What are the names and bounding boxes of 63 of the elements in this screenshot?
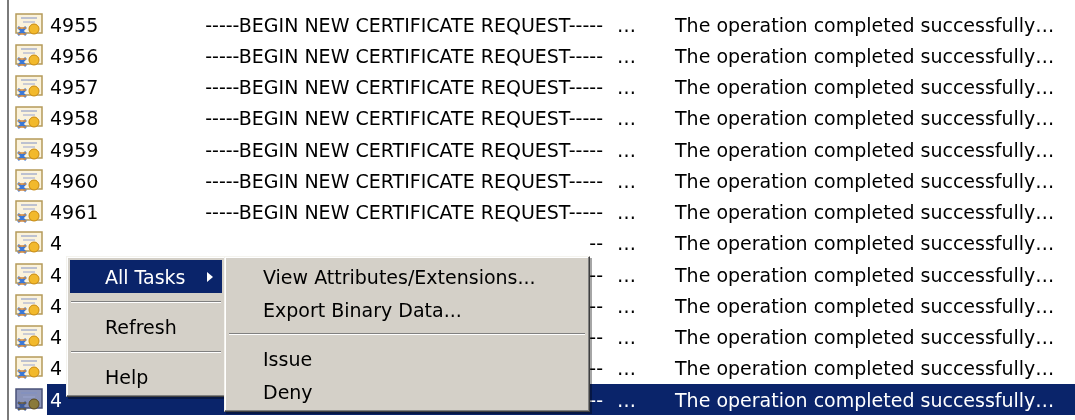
more-ellipsis: … bbox=[617, 357, 636, 380]
status-message: The operation completed successfully… bbox=[675, 388, 1055, 411]
more-ellipsis: … bbox=[617, 76, 636, 99]
request-id: 4 bbox=[50, 232, 63, 255]
status-message: The operation completed successfully… bbox=[675, 107, 1055, 130]
request-id: 4956 bbox=[50, 44, 99, 67]
request-id: 4957 bbox=[50, 76, 99, 99]
more-ellipsis: … bbox=[617, 326, 636, 349]
request-row[interactable]: 4960 -----BEGIN NEW CERTIFICATE REQUEST----- … The operation completed successfully… bbox=[47, 165, 1075, 197]
request-row[interactable]: 4958 -----BEGIN NEW CERTIFICATE REQUEST----- … The operation completed successfully… bbox=[47, 102, 1075, 134]
request-text: -- bbox=[589, 357, 603, 380]
status-message: The operation completed successfully… bbox=[675, 76, 1055, 99]
more-ellipsis: … bbox=[617, 107, 636, 130]
menu-item[interactable]: Help bbox=[70, 360, 222, 393]
request-id: 4 bbox=[50, 326, 63, 349]
status-message: The operation completed successfully… bbox=[675, 201, 1055, 224]
request-id: 4959 bbox=[50, 138, 99, 161]
more-ellipsis: … bbox=[617, 388, 636, 411]
menu-item[interactable]: Issue bbox=[228, 342, 586, 375]
request-id: 4958 bbox=[50, 107, 99, 130]
request-id: 4961 bbox=[50, 201, 99, 224]
request-text: -----BEGIN NEW CERTIFICATE REQUEST----- bbox=[205, 13, 603, 36]
request-text: -----BEGIN NEW CERTIFICATE REQUEST----- bbox=[205, 138, 603, 161]
menu-item[interactable]: All Tasks bbox=[70, 260, 222, 293]
menu-item[interactable]: Export Binary Data... bbox=[228, 293, 586, 326]
menu-item[interactable]: Refresh bbox=[70, 310, 222, 343]
request-row[interactable]: 4959 -----BEGIN NEW CERTIFICATE REQUEST----- … The operation completed successfully… bbox=[47, 134, 1075, 166]
status-message: The operation completed successfully… bbox=[675, 294, 1055, 317]
more-ellipsis: … bbox=[617, 232, 636, 255]
status-message: The operation completed successfully… bbox=[675, 44, 1055, 67]
request-id: 4960 bbox=[50, 169, 99, 192]
request-text: -- bbox=[589, 326, 603, 349]
request-text: -- bbox=[589, 232, 603, 255]
more-ellipsis: … bbox=[617, 138, 636, 161]
request-id: 4955 bbox=[50, 13, 99, 36]
more-ellipsis: … bbox=[617, 13, 636, 36]
menu-item[interactable]: View Attributes/Extensions... bbox=[228, 260, 586, 293]
request-text: -- bbox=[589, 388, 603, 411]
request-text: -- bbox=[589, 294, 603, 317]
menu-item[interactable]: Deny bbox=[228, 375, 586, 408]
request-row[interactable]: 4957 -----BEGIN NEW CERTIFICATE REQUEST----- … The operation completed successfully… bbox=[47, 71, 1075, 103]
request-row[interactable]: 4961 -----BEGIN NEW CERTIFICATE REQUEST----- … The operation completed successfully… bbox=[47, 196, 1075, 228]
status-message: The operation completed successfully… bbox=[675, 13, 1055, 36]
status-message: The operation completed successfully… bbox=[675, 263, 1055, 286]
more-ellipsis: … bbox=[617, 294, 636, 317]
status-message: The operation completed successfully… bbox=[675, 232, 1055, 255]
request-row[interactable]: 4955 -----BEGIN NEW CERTIFICATE REQUEST----- … The operation completed successfully… bbox=[47, 9, 1075, 41]
status-message: The operation completed successfully… bbox=[675, 138, 1055, 161]
status-message: The operation completed successfully… bbox=[675, 357, 1055, 380]
request-id: 4 bbox=[50, 388, 63, 411]
request-text: -----BEGIN NEW CERTIFICATE REQUEST----- bbox=[205, 76, 603, 99]
more-ellipsis: … bbox=[617, 44, 636, 67]
more-ellipsis: … bbox=[617, 169, 636, 192]
request-text: -----BEGIN NEW CERTIFICATE REQUEST----- bbox=[205, 169, 603, 192]
more-ellipsis: … bbox=[617, 263, 636, 286]
request-text: -----BEGIN NEW CERTIFICATE REQUEST----- bbox=[205, 201, 603, 224]
more-ellipsis: … bbox=[617, 201, 636, 224]
request-text: -----BEGIN NEW CERTIFICATE REQUEST----- bbox=[205, 44, 603, 67]
request-text: -- bbox=[589, 263, 603, 286]
request-row[interactable]: 4 -- … The operation completed successfully… bbox=[47, 227, 1075, 259]
request-row[interactable]: 4956 -----BEGIN NEW CERTIFICATE REQUEST----- … The operation completed successfully… bbox=[47, 40, 1075, 72]
request-text: -----BEGIN NEW CERTIFICATE REQUEST----- bbox=[205, 107, 603, 130]
status-message: The operation completed successfully… bbox=[675, 169, 1055, 192]
